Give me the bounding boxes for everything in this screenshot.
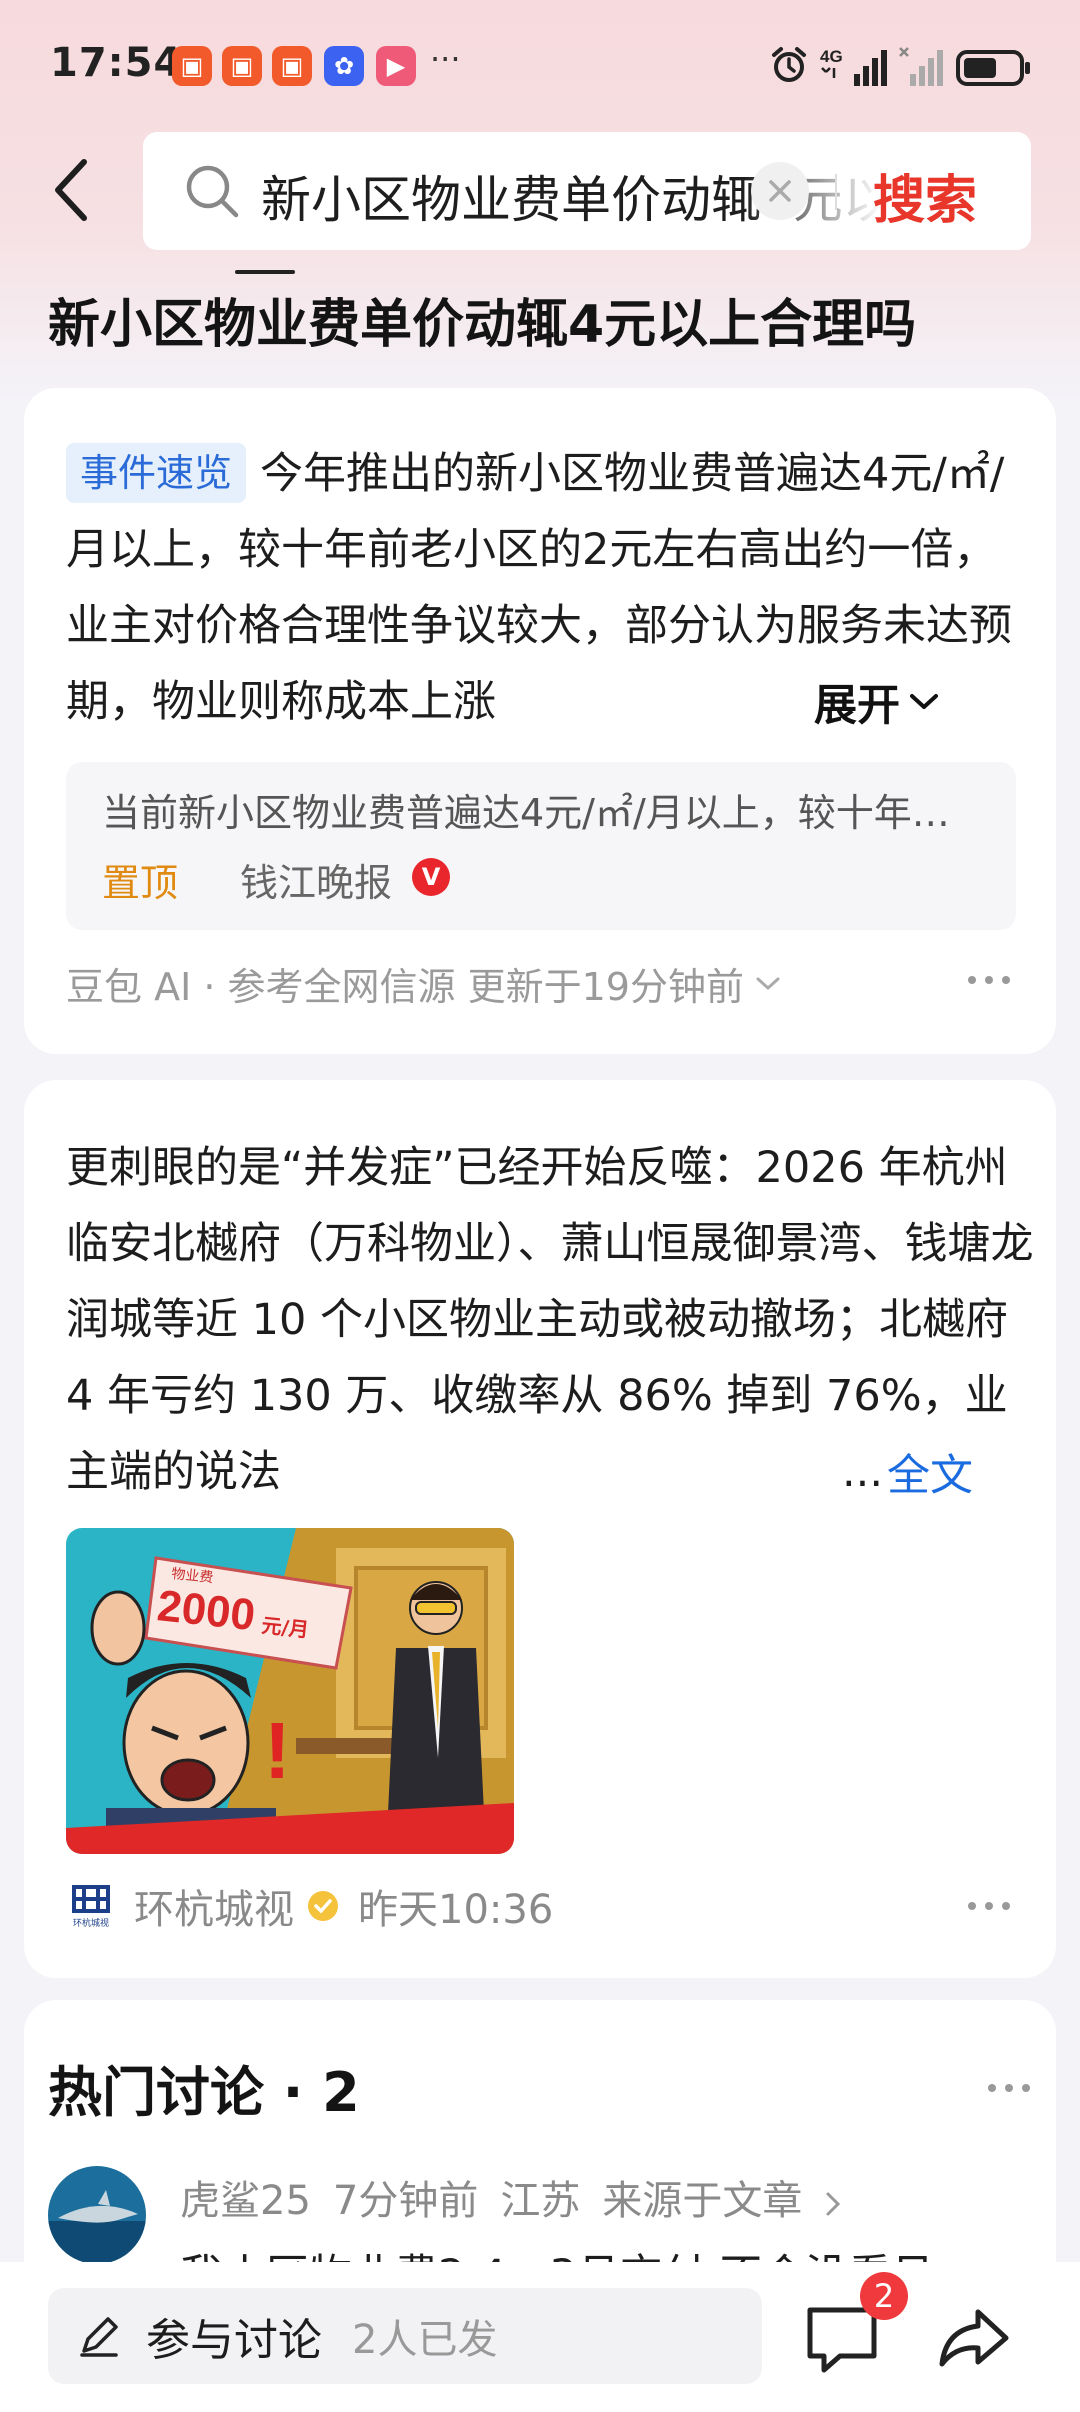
more-options-icon[interactable]: [984, 2078, 1034, 2098]
search-divider: [835, 174, 837, 210]
app-notification-icon: ✿: [324, 46, 364, 86]
summary-footer[interactable]: 豆包 AI · 参考全网信源 更新于19分钟前: [66, 956, 782, 1011]
author-logo: 环杭城视: [66, 1881, 116, 1931]
event-summary-card: 事件速览 今年推出的新小区物业费普遍达4元/㎡/月以上，较十年前老小区的2元左右高…: [24, 388, 1056, 1054]
more-options-icon[interactable]: [964, 970, 1014, 990]
discussion-count: 2人已发: [352, 2317, 498, 2363]
verified-icon: [308, 1891, 338, 1921]
full-text-link-wrap[interactable]: ... 全文: [842, 1434, 974, 1510]
page-title: 新小区物业费单价动辄4元以上合理吗: [48, 295, 917, 355]
article-thumbnail[interactable]: 物业费 2000 元/月 !: [66, 1528, 514, 1854]
tab-indicator: [235, 270, 295, 274]
svg-text:2000: 2000: [155, 1581, 257, 1640]
cellular-signal-icon: [899, 47, 943, 86]
svg-text:4G: 4G: [820, 47, 843, 66]
alarm-icon: [772, 47, 806, 82]
svg-text:!: !: [264, 1706, 291, 1795]
section-title: 热门讨论 · 2: [48, 2061, 360, 2124]
comment-user[interactable]: 虎鲨25: [180, 2178, 311, 2224]
comment-source-link[interactable]: 来源于文章: [602, 2178, 802, 2224]
reference-source-box[interactable]: 当前新小区物业费普遍达4元/㎡/月以上，较十年前老小区的2元左右高出约一倍 置顶…: [66, 762, 1016, 930]
status-time: 17:54: [50, 40, 183, 86]
battery-icon: [956, 50, 1030, 86]
app-notification-icon: ▣: [172, 46, 212, 86]
event-summary-tag: 事件速览: [66, 443, 247, 503]
clear-search-button[interactable]: [751, 162, 809, 220]
more-notifications-icon: ···: [430, 40, 461, 78]
app-notification-icon: ▣: [272, 46, 312, 86]
expand-button[interactable]: 展开: [814, 664, 1044, 740]
svg-text:环杭城视: 环杭城视: [73, 1917, 109, 1929]
verified-v-badge: V: [412, 858, 450, 896]
join-discussion-label: 参与讨论: [146, 2315, 322, 2366]
chevron-right-icon: [826, 2192, 841, 2216]
pinned-label: 置顶: [102, 861, 179, 905]
search-bar[interactable]: 新小区物业费单价动辄4元以上合理吗 搜索: [143, 132, 1031, 250]
article-card[interactable]: 更刺眼的是“并发症”已经开始反噬：2026 年杭州临安北樾府（万科物业）、萧山恒…: [24, 1080, 1056, 1978]
search-button[interactable]: 搜索: [873, 158, 977, 233]
pen-icon: [80, 2317, 118, 2357]
comment-time: 7分钟前: [332, 2178, 479, 2224]
ellipsis: ...: [842, 1447, 884, 1497]
comment-meta: 虎鲨25 7分钟前 江苏 来源于文章: [180, 2168, 842, 2226]
bottom-action-bar: 参与讨论 2人已发 2: [0, 2262, 1080, 2412]
article-author-row[interactable]: 环杭城视 环杭城视 昨天10:36: [66, 1876, 553, 1936]
search-icon: [186, 165, 239, 218]
back-button[interactable]: [40, 150, 100, 230]
full-text-link[interactable]: 全文: [887, 1441, 973, 1503]
avatar[interactable]: [48, 2166, 146, 2264]
comment-count-badge: 2: [860, 2272, 908, 2320]
svg-text:元/月: 元/月: [260, 1613, 310, 1642]
back-arrow-icon: [55, 159, 87, 221]
ai-source-info: 豆包 AI · 参考全网信源 更新于19分钟前: [66, 965, 744, 1009]
share-icon[interactable]: [934, 2298, 1014, 2378]
video-icon: ▶: [376, 46, 416, 86]
status-bar: 17:54 ▣ ▣ ▣ ✿ ▶ ··· 4G: [0, 0, 1080, 135]
chevron-down-icon: [756, 977, 780, 990]
app-notification-icon: ▣: [222, 46, 262, 86]
cellular-signal-icon: 4G: [820, 47, 887, 86]
reference-source-name: 钱江晚报: [240, 861, 393, 905]
close-icon: [769, 180, 791, 202]
chevron-down-icon: [910, 694, 938, 709]
comment-location: 江苏: [500, 2178, 581, 2224]
more-options-icon[interactable]: [964, 1896, 1014, 1916]
expand-label: 展开: [814, 681, 900, 731]
reference-text: 当前新小区物业费普遍达4元/㎡/月以上，较十年前老小区的2元左右高出约一倍: [102, 791, 962, 835]
publish-time: 昨天10:36: [358, 1887, 554, 1933]
author-name[interactable]: 环杭城视: [134, 1877, 294, 1935]
join-discussion-input[interactable]: 参与讨论 2人已发: [48, 2288, 762, 2384]
